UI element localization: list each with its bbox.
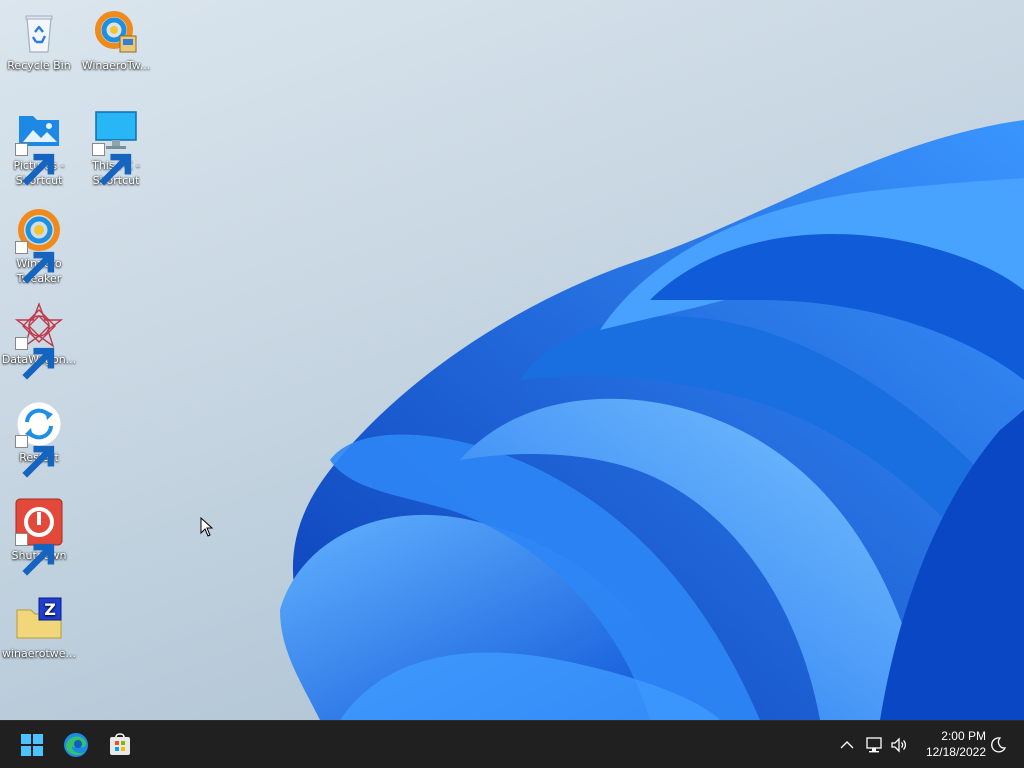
show-hidden-icons-button[interactable] [837, 735, 857, 755]
network-icon [866, 737, 882, 753]
volume-button[interactable] [889, 735, 909, 755]
desktop-icon-this-pc-shortcut[interactable]: This PC - Shortcut [78, 108, 154, 188]
start-button[interactable] [16, 729, 48, 761]
chevron-up-icon [840, 741, 854, 749]
desktop-icon-datawagon[interactable]: DataWagon... [1, 302, 77, 380]
shortcut-arrow-icon [15, 533, 55, 576]
monitor-icon [92, 108, 140, 186]
desktop-icon-winaerotweaker-setup[interactable]: WinaeroTw... [78, 8, 154, 73]
desktop-icon-winaero-tweaker[interactable]: Winaero Tweaker [1, 206, 77, 286]
volume-icon [891, 737, 907, 753]
notification-button[interactable] [988, 735, 1008, 755]
edge-taskbar-button[interactable] [60, 729, 92, 761]
desktop-icon-winaerotweaker-zip[interactable]: Z winaerotwe... [1, 596, 77, 661]
taskbar-clock[interactable]: 2:00 PM 12/18/2022 [926, 728, 986, 760]
windows-start-icon [21, 734, 43, 756]
desktop-icon-recycle-bin[interactable]: Recycle Bin [1, 8, 77, 73]
edge-browser-icon [64, 733, 88, 757]
taskbar: 2:00 PM 12/18/2022 [0, 720, 1024, 768]
recycle-bin-icon [15, 8, 63, 56]
desktop-icon-label: winaerotwe... [1, 647, 77, 660]
datawagon-icon [15, 302, 63, 380]
svg-text:Z: Z [44, 600, 56, 619]
zip-archive-icon: Z [15, 596, 63, 644]
store-taskbar-button[interactable] [104, 729, 136, 761]
shortcut-arrow-icon [15, 241, 55, 284]
mouse-pointer-icon [200, 517, 214, 537]
shortcut-arrow-icon [15, 143, 55, 186]
restart-icon [15, 400, 63, 478]
moon-icon [991, 737, 1007, 753]
microsoft-store-icon [110, 733, 130, 755]
pictures-folder-icon [15, 108, 63, 186]
winaero-tweaker-setup-icon [92, 8, 140, 56]
power-icon [15, 498, 63, 576]
desktop-icon-pictures-shortcut[interactable]: Pictures - Shortcut [1, 108, 77, 188]
winaero-tweaker-icon [15, 206, 63, 284]
clock-time: 2:00 PM [941, 729, 986, 743]
clock-date: 12/18/2022 [925, 745, 986, 759]
desktop-icon-shutdown[interactable]: Shutdown [1, 498, 77, 576]
shortcut-arrow-icon [15, 435, 55, 478]
desktop-icon-label: Recycle Bin [7, 59, 71, 72]
shortcut-arrow-icon [92, 143, 132, 186]
desktop-icon-label: WinaeroTw... [81, 59, 151, 72]
desktop-icon-restart[interactable]: Restart [1, 400, 77, 478]
network-status-button[interactable] [864, 735, 884, 755]
shortcut-arrow-icon [15, 337, 55, 380]
